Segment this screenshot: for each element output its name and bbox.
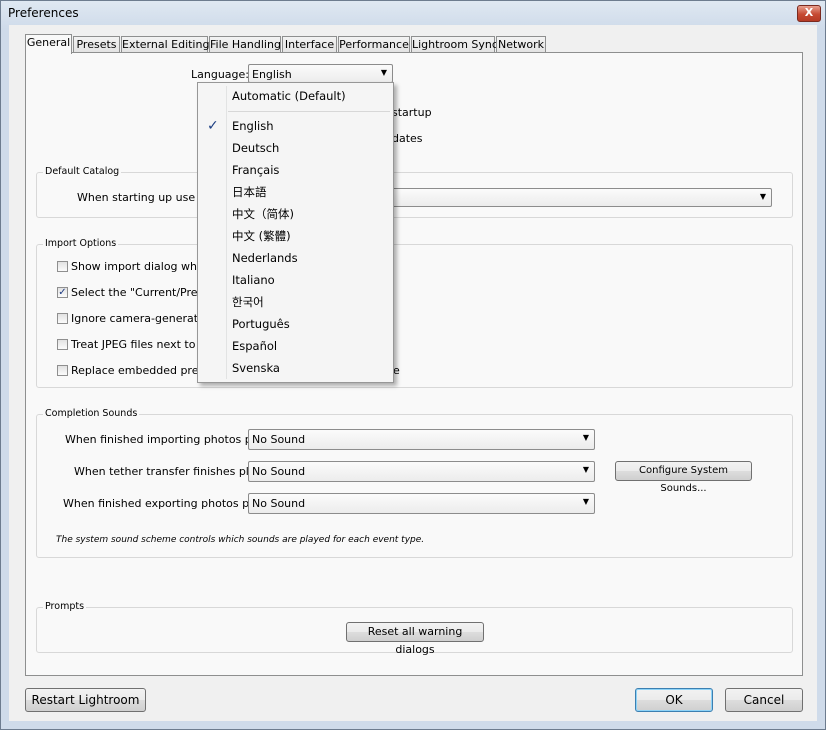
ok-button[interactable]: OK — [635, 688, 713, 712]
importing-sound-select[interactable]: No Sound ▼ — [248, 429, 595, 450]
prompts-legend: Prompts — [43, 601, 87, 612]
dialog-client: General Presets External Editing File Ha… — [9, 25, 817, 721]
language-option-nederlands[interactable]: Nederlands — [232, 251, 298, 265]
configure-system-sounds-button[interactable]: Configure System Sounds... — [615, 461, 752, 494]
language-option-korean[interactable]: 한국어 — [232, 294, 264, 310]
tab-interface[interactable]: Interface — [282, 36, 337, 53]
menu-gutter — [226, 86, 227, 379]
import-option-checkbox[interactable] — [57, 261, 68, 272]
tab-presets[interactable]: Presets — [73, 36, 120, 53]
completion-sounds-legend: Completion Sounds — [43, 408, 140, 419]
import-option-trailing-text: e — [393, 364, 400, 377]
tab-lightroom-sync[interactable]: Lightroom Sync — [411, 36, 498, 53]
tab-network[interactable]: Network — [496, 36, 546, 53]
language-value: English — [252, 68, 292, 81]
language-option-chinese-traditional[interactable]: 中文 (繁體) — [232, 228, 291, 244]
startup-text-partial: startup — [392, 106, 432, 119]
chevron-down-icon: ▼ — [582, 433, 589, 442]
language-option-automatic[interactable]: Automatic (Default) — [232, 89, 346, 103]
title-bar[interactable]: Preferences X — [1, 1, 825, 25]
language-option-portugues[interactable]: Português — [232, 317, 290, 331]
chevron-down-icon: ▼ — [582, 465, 589, 474]
language-option-deutsch[interactable]: Deutsch — [232, 141, 279, 155]
chevron-down-icon: ▼ — [759, 192, 766, 201]
tab-external-editing[interactable]: External Editing — [121, 36, 209, 53]
importing-sound-label: When finished importing photos play: — [65, 433, 271, 446]
language-option-chinese-simplified[interactable]: 中文（简体) — [232, 206, 294, 222]
import-option-label: Select the "Current/Previo — [71, 286, 214, 299]
importing-sound-value: No Sound — [252, 433, 306, 446]
language-option-espanol[interactable]: Español — [232, 339, 277, 353]
window-title: Preferences — [8, 6, 79, 20]
language-option-japanese[interactable]: 日本語 — [232, 184, 267, 200]
import-option-checkbox[interactable] — [57, 365, 68, 376]
tab-general[interactable]: General — [25, 34, 72, 54]
general-tab-pane: Language: English ▼ startup dates Defaul… — [25, 52, 803, 676]
tab-file-handling[interactable]: File Handling — [209, 36, 281, 53]
menu-separator — [228, 111, 390, 112]
tether-sound-select[interactable]: No Sound ▼ — [248, 461, 595, 482]
language-dropdown-list: ✓ Automatic (Default) English Deutsch Fr… — [197, 82, 394, 383]
language-option-english[interactable]: English — [232, 119, 274, 133]
tab-performance[interactable]: Performance — [338, 36, 410, 53]
default-catalog-legend: Default Catalog — [43, 166, 122, 177]
tether-sound-value: No Sound — [252, 465, 306, 478]
language-label: Language: — [191, 68, 249, 81]
chevron-down-icon: ▼ — [380, 68, 387, 77]
import-option-checkbox[interactable] — [57, 313, 68, 324]
import-option-checkbox[interactable] — [57, 339, 68, 350]
import-option-label: Ignore camera-generated — [71, 312, 212, 325]
language-option-svenska[interactable]: Svenska — [232, 361, 280, 375]
cancel-button[interactable]: Cancel — [725, 688, 803, 712]
restart-lightroom-button[interactable]: Restart Lightroom — [25, 688, 146, 712]
default-catalog-select[interactable]: ▼ — [384, 188, 772, 207]
language-select[interactable]: English ▼ — [248, 64, 393, 83]
exporting-sound-label: When finished exporting photos play: — [63, 497, 269, 510]
language-option-francais[interactable]: Français — [232, 163, 279, 177]
updates-text-partial: dates — [392, 132, 423, 145]
import-option-label: Treat JPEG files next to ra — [71, 338, 211, 351]
tether-sound-label: When tether transfer finishes play: — [74, 465, 266, 478]
close-button[interactable]: X — [797, 5, 821, 22]
language-option-italiano[interactable]: Italiano — [232, 273, 275, 287]
chevron-down-icon: ▼ — [582, 497, 589, 506]
preferences-window: Preferences X General Presets External E… — [0, 0, 826, 730]
import-options-legend: Import Options — [43, 238, 119, 249]
exporting-sound-select[interactable]: No Sound ▼ — [248, 493, 595, 514]
exporting-sound-value: No Sound — [252, 497, 306, 510]
checkmark-icon: ✓ — [207, 118, 219, 134]
reset-warning-dialogs-button[interactable]: Reset all warning dialogs — [346, 622, 484, 656]
sound-scheme-note: The system sound scheme controls which s… — [56, 535, 425, 545]
import-option-checkbox[interactable]: ✓ — [57, 287, 68, 298]
